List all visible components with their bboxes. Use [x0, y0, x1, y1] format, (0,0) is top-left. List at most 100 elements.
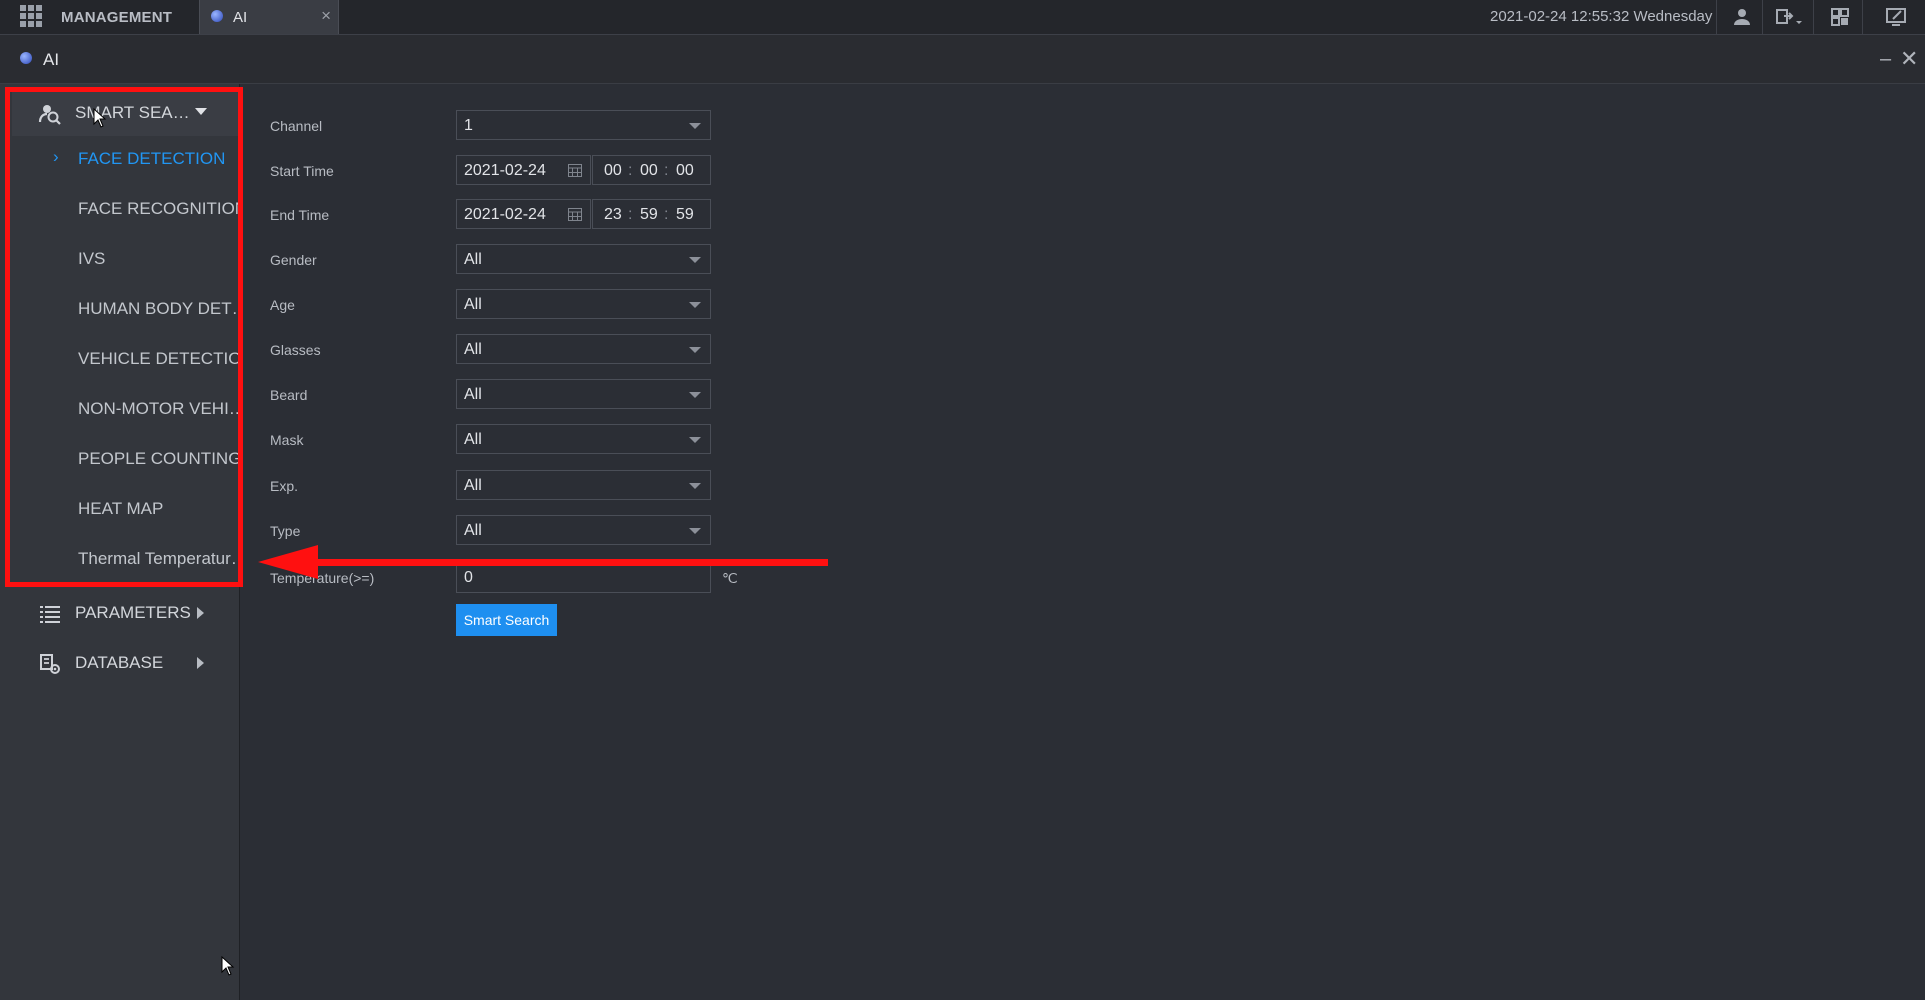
exp-select[interactable]: All	[456, 470, 711, 500]
dropdown-arrow-icon	[689, 257, 701, 263]
chevron-right-icon: ›	[53, 147, 59, 166]
type-select[interactable]: All	[456, 515, 711, 545]
temperature-input[interactable]	[456, 563, 711, 593]
mask-value: All	[464, 431, 482, 448]
dropdown-arrow-icon	[689, 123, 701, 129]
beard-label: Beard	[270, 387, 308, 403]
end-date-field[interactable]: 2021-02-24	[456, 199, 591, 229]
channel-select[interactable]: 1	[456, 110, 711, 140]
channel-value: 1	[464, 117, 473, 134]
end-minute[interactable]: 59	[640, 206, 658, 224]
nav-database[interactable]: DATABASE	[12, 638, 238, 686]
sidebar-item-non-motor-vehicle[interactable]: NON-MOTOR VEHI…	[12, 384, 238, 434]
nav-parameters-label: PARAMETERS	[75, 603, 191, 622]
time-separator: :	[628, 206, 633, 223]
time-separator: :	[664, 162, 669, 179]
ai-globe-icon	[20, 52, 32, 64]
user-icon[interactable]	[1731, 6, 1753, 28]
close-icon[interactable]: ✕	[1900, 46, 1918, 72]
divider	[1862, 0, 1863, 34]
time-separator: :	[664, 206, 669, 223]
exp-value: All	[464, 477, 482, 494]
type-value: All	[464, 522, 482, 539]
start-date-value: 2021-02-24	[464, 162, 546, 179]
sidebar-item-heat-map[interactable]: HEAT MAP	[12, 484, 238, 534]
gender-select[interactable]: All	[456, 244, 711, 274]
layout-icon[interactable]	[1829, 6, 1851, 28]
calendar-icon[interactable]	[568, 208, 582, 221]
window-title: AI	[43, 50, 60, 69]
sidebar-item-ivs[interactable]: IVS	[12, 234, 238, 284]
sidebar-item-label: HEAT MAP	[78, 499, 164, 518]
calendar-icon[interactable]	[568, 164, 582, 177]
end-hour[interactable]: 23	[604, 206, 622, 224]
caret-right-icon	[197, 657, 204, 669]
beard-value: All	[464, 386, 482, 403]
search-person-icon	[38, 102, 62, 126]
tab-ai[interactable]: AI ×	[199, 0, 339, 34]
dropdown-arrow-icon	[689, 528, 701, 534]
mouse-cursor-icon	[93, 108, 107, 128]
nav-smart-search[interactable]: SMART SEA…	[12, 88, 238, 136]
end-time-label: End Time	[270, 207, 330, 223]
gender-value: All	[464, 251, 482, 268]
sidebar-item-label: HUMAN BODY DET…	[78, 299, 238, 318]
caret-right-icon	[197, 607, 204, 619]
glasses-value: All	[464, 341, 482, 358]
sidebar-item-label: NON-MOTOR VEHI…	[78, 399, 238, 418]
dropdown-arrow-icon	[689, 437, 701, 443]
dropdown-arrow-icon	[689, 302, 701, 308]
type-label: Type	[270, 523, 301, 539]
sidebar-item-human-body-detection[interactable]: HUMAN BODY DET…	[12, 284, 238, 334]
sidebar-item-vehicle-detection[interactable]: VEHICLE DETECTION	[12, 334, 238, 384]
dropdown-arrow-icon	[689, 347, 701, 353]
exp-label: Exp.	[270, 478, 299, 494]
tab-close-icon[interactable]: ×	[321, 6, 331, 26]
temperature-label: Temperature(>=)	[270, 570, 375, 586]
start-minute[interactable]: 00	[640, 162, 658, 180]
sidebar-item-label: FACE RECOGNITION	[78, 199, 238, 218]
sidebar: SMART SEA… › FACE DETECTION FACE RECOGNI…	[0, 84, 240, 1000]
start-date-field[interactable]: 2021-02-24	[456, 155, 591, 185]
logout-icon[interactable]	[1775, 6, 1803, 28]
monitor-icon[interactable]	[1885, 6, 1907, 28]
sidebar-item-label: FACE DETECTION	[78, 149, 226, 168]
sidebar-item-face-detection[interactable]: › FACE DETECTION	[12, 134, 238, 184]
list-icon	[38, 602, 62, 626]
age-select[interactable]: All	[456, 289, 711, 319]
divider	[1813, 0, 1814, 34]
end-time-field[interactable]: 23 : 59 : 59	[592, 199, 711, 229]
sidebar-item-people-counting[interactable]: PEOPLE COUNTING	[12, 434, 238, 484]
mask-label: Mask	[270, 432, 304, 448]
sidebar-item-label: Thermal Temperatur…	[78, 549, 238, 568]
divider	[1762, 0, 1763, 34]
temperature-unit: ℃	[722, 570, 738, 586]
glasses-select[interactable]: All	[456, 334, 711, 364]
start-time-field[interactable]: 00 : 00 : 00	[592, 155, 711, 185]
channel-label: Channel	[270, 118, 323, 134]
tab-ai-label: AI	[233, 9, 248, 26]
mouse-cursor-icon	[221, 956, 235, 976]
end-second[interactable]: 59	[676, 206, 694, 224]
nav-parameters[interactable]: PARAMETERS	[12, 588, 238, 636]
time-separator: :	[628, 162, 633, 179]
sidebar-item-face-recognition[interactable]: FACE RECOGNITION	[12, 184, 238, 234]
start-second[interactable]: 00	[676, 162, 694, 180]
app-grid-icon[interactable]	[20, 5, 42, 27]
age-value: All	[464, 296, 482, 313]
start-hour[interactable]: 00	[604, 162, 622, 180]
sidebar-item-label: IVS	[78, 249, 106, 268]
gender-label: Gender	[270, 252, 317, 268]
sidebar-item-thermal-temperature[interactable]: Thermal Temperatur…	[12, 534, 238, 584]
minimize-icon[interactable]: –	[1880, 48, 1891, 71]
nav-database-label: DATABASE	[75, 653, 164, 672]
sidebar-item-label: VEHICLE DETECTION	[78, 349, 238, 368]
top-bar: MANAGEMENT AI × 2021-02-24 12:55:32 Wedn…	[0, 0, 1925, 35]
smart-search-button[interactable]: Smart Search	[456, 604, 557, 636]
beard-select[interactable]: All	[456, 379, 711, 409]
dropdown-arrow-icon	[689, 392, 701, 398]
dropdown-arrow-icon	[689, 483, 701, 489]
caret-down-icon	[195, 108, 207, 115]
management-tab[interactable]: MANAGEMENT	[61, 9, 172, 26]
mask-select[interactable]: All	[456, 424, 711, 454]
